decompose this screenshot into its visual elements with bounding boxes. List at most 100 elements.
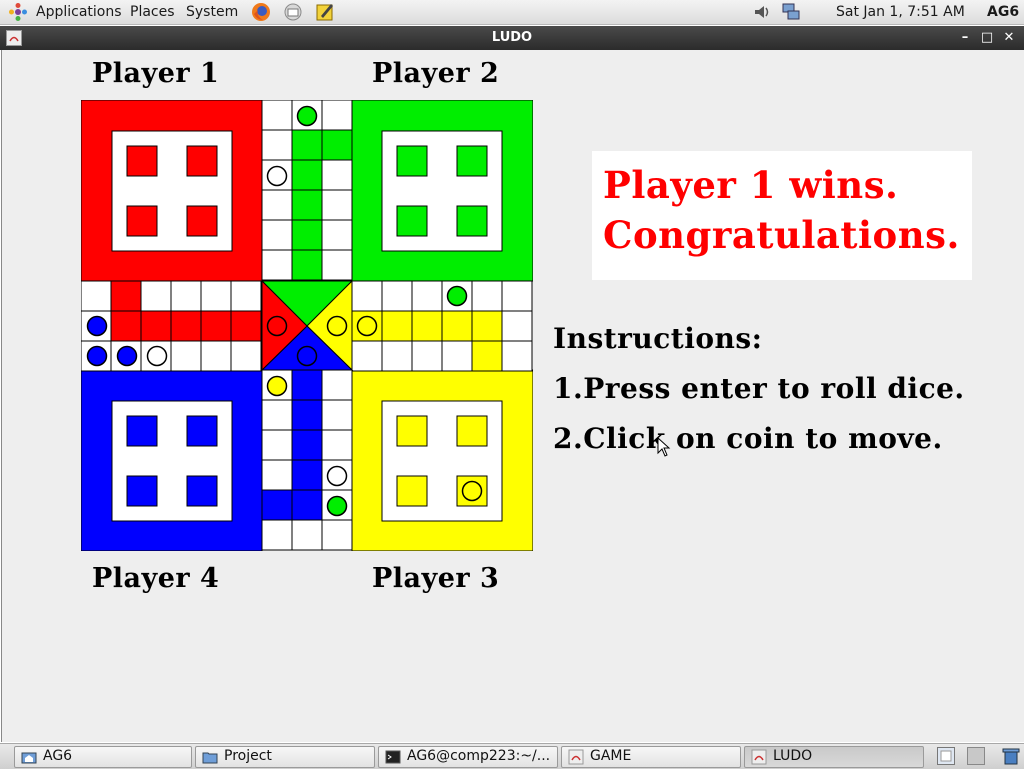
track-cell[interactable]	[291, 249, 323, 281]
track-cell[interactable]	[321, 219, 353, 251]
track-cell[interactable]	[81, 280, 112, 312]
white-coin[interactable]	[326, 465, 348, 487]
track-cell[interactable]	[261, 129, 293, 161]
track-cell[interactable]	[140, 280, 172, 312]
maximize-button[interactable]: □	[978, 29, 996, 47]
track-cell[interactable]	[261, 399, 293, 431]
ludo-board[interactable]	[81, 100, 533, 551]
track-cell[interactable]	[381, 310, 413, 342]
track-cell[interactable]	[261, 189, 293, 221]
track-cell[interactable]	[291, 399, 323, 431]
white-coin[interactable]	[266, 165, 288, 187]
task-game[interactable]: GAME	[561, 746, 741, 768]
green-coin[interactable]	[296, 105, 318, 127]
blue-coin[interactable]	[116, 345, 138, 367]
text-editor-icon[interactable]	[315, 2, 335, 22]
track-cell[interactable]	[200, 340, 232, 372]
track-cell[interactable]	[501, 280, 533, 312]
track-cell[interactable]	[291, 219, 323, 251]
task-ag6[interactable]: AG6	[14, 746, 192, 768]
yellow-coin[interactable]	[461, 480, 483, 502]
firefox-icon[interactable]	[251, 2, 271, 22]
track-cell[interactable]	[140, 310, 172, 342]
trash-icon[interactable]	[1001, 747, 1021, 765]
track-cell[interactable]	[381, 280, 413, 312]
track-cell[interactable]	[291, 429, 323, 461]
track-cell[interactable]	[110, 280, 142, 312]
track-cell[interactable]	[381, 340, 413, 372]
blue-coin[interactable]	[86, 345, 108, 367]
track-cell[interactable]	[471, 310, 503, 342]
track-cell[interactable]	[200, 310, 232, 342]
track-cell[interactable]	[230, 310, 262, 342]
track-cell[interactable]	[411, 340, 443, 372]
network-icon[interactable]	[781, 2, 801, 22]
track-cell[interactable]	[321, 399, 353, 431]
track-cell[interactable]	[170, 340, 202, 372]
yellow-coin[interactable]	[356, 315, 378, 337]
track-cell[interactable]	[261, 459, 293, 491]
green-coin[interactable]	[446, 285, 468, 307]
green-coin[interactable]	[326, 495, 348, 517]
track-cell[interactable]	[471, 340, 503, 372]
track-cell[interactable]	[351, 340, 383, 372]
track-cell[interactable]	[110, 310, 142, 342]
track-cell[interactable]	[230, 340, 262, 372]
mail-client-icon[interactable]	[283, 2, 303, 22]
track-cell[interactable]	[351, 280, 383, 312]
track-cell[interactable]	[471, 280, 503, 312]
track-cell[interactable]	[441, 310, 473, 342]
track-cell[interactable]	[261, 100, 293, 131]
yellow-coin[interactable]	[326, 315, 348, 337]
track-cell[interactable]	[291, 189, 323, 221]
track-cell[interactable]	[321, 429, 353, 461]
track-cell[interactable]	[441, 340, 473, 372]
instruction-step-1: 1.Press enter to roll dice.	[553, 372, 965, 405]
yellow-coin[interactable]	[266, 375, 288, 397]
workspace-2-icon[interactable]	[967, 747, 985, 765]
track-cell[interactable]	[291, 519, 323, 551]
track-cell[interactable]	[321, 189, 353, 221]
applications-menu[interactable]: Applications	[36, 3, 122, 21]
track-cell[interactable]	[200, 280, 232, 312]
track-cell[interactable]	[321, 159, 353, 191]
close-button[interactable]: ✕	[1000, 29, 1018, 47]
track-cell[interactable]	[291, 369, 323, 401]
track-cell[interactable]	[501, 310, 533, 342]
clock[interactable]: Sat Jan 1, 7:51 AM	[836, 3, 965, 21]
system-menu[interactable]: System	[186, 3, 238, 21]
blue-coin[interactable]	[296, 345, 318, 367]
track-cell[interactable]	[501, 340, 533, 372]
track-cell[interactable]	[291, 459, 323, 491]
track-cell[interactable]	[291, 489, 323, 521]
red-coin[interactable]	[266, 315, 288, 337]
track-cell[interactable]	[321, 249, 353, 281]
track-cell[interactable]	[321, 129, 353, 161]
user-name[interactable]: AG6	[987, 3, 1019, 21]
track-cell[interactable]	[321, 519, 353, 551]
track-cell[interactable]	[261, 489, 293, 521]
track-cell[interactable]	[291, 129, 323, 161]
task-ludo[interactable]: LUDO	[744, 746, 924, 768]
track-cell[interactable]	[170, 310, 202, 342]
workspace-1-icon[interactable]	[937, 747, 955, 765]
task-project[interactable]: Project	[195, 746, 375, 768]
track-cell[interactable]	[411, 280, 443, 312]
track-cell[interactable]	[261, 519, 293, 551]
task-terminal[interactable]: AG6@comp223:~/...	[378, 746, 558, 768]
blue-coin[interactable]	[86, 315, 108, 337]
volume-icon[interactable]	[752, 2, 772, 22]
track-cell[interactable]	[321, 100, 353, 131]
white-coin[interactable]	[146, 345, 168, 367]
track-cell[interactable]	[411, 310, 443, 342]
track-cell[interactable]	[170, 280, 202, 312]
track-cell[interactable]	[261, 249, 293, 281]
track-cell[interactable]	[230, 280, 262, 312]
window-titlebar[interactable]: LUDO – □ ✕	[0, 26, 1024, 50]
places-menu[interactable]: Places	[130, 3, 175, 21]
track-cell[interactable]	[261, 219, 293, 251]
track-cell[interactable]	[261, 429, 293, 461]
track-cell[interactable]	[291, 159, 323, 191]
track-cell[interactable]	[321, 369, 353, 401]
minimize-button[interactable]: –	[956, 29, 974, 47]
